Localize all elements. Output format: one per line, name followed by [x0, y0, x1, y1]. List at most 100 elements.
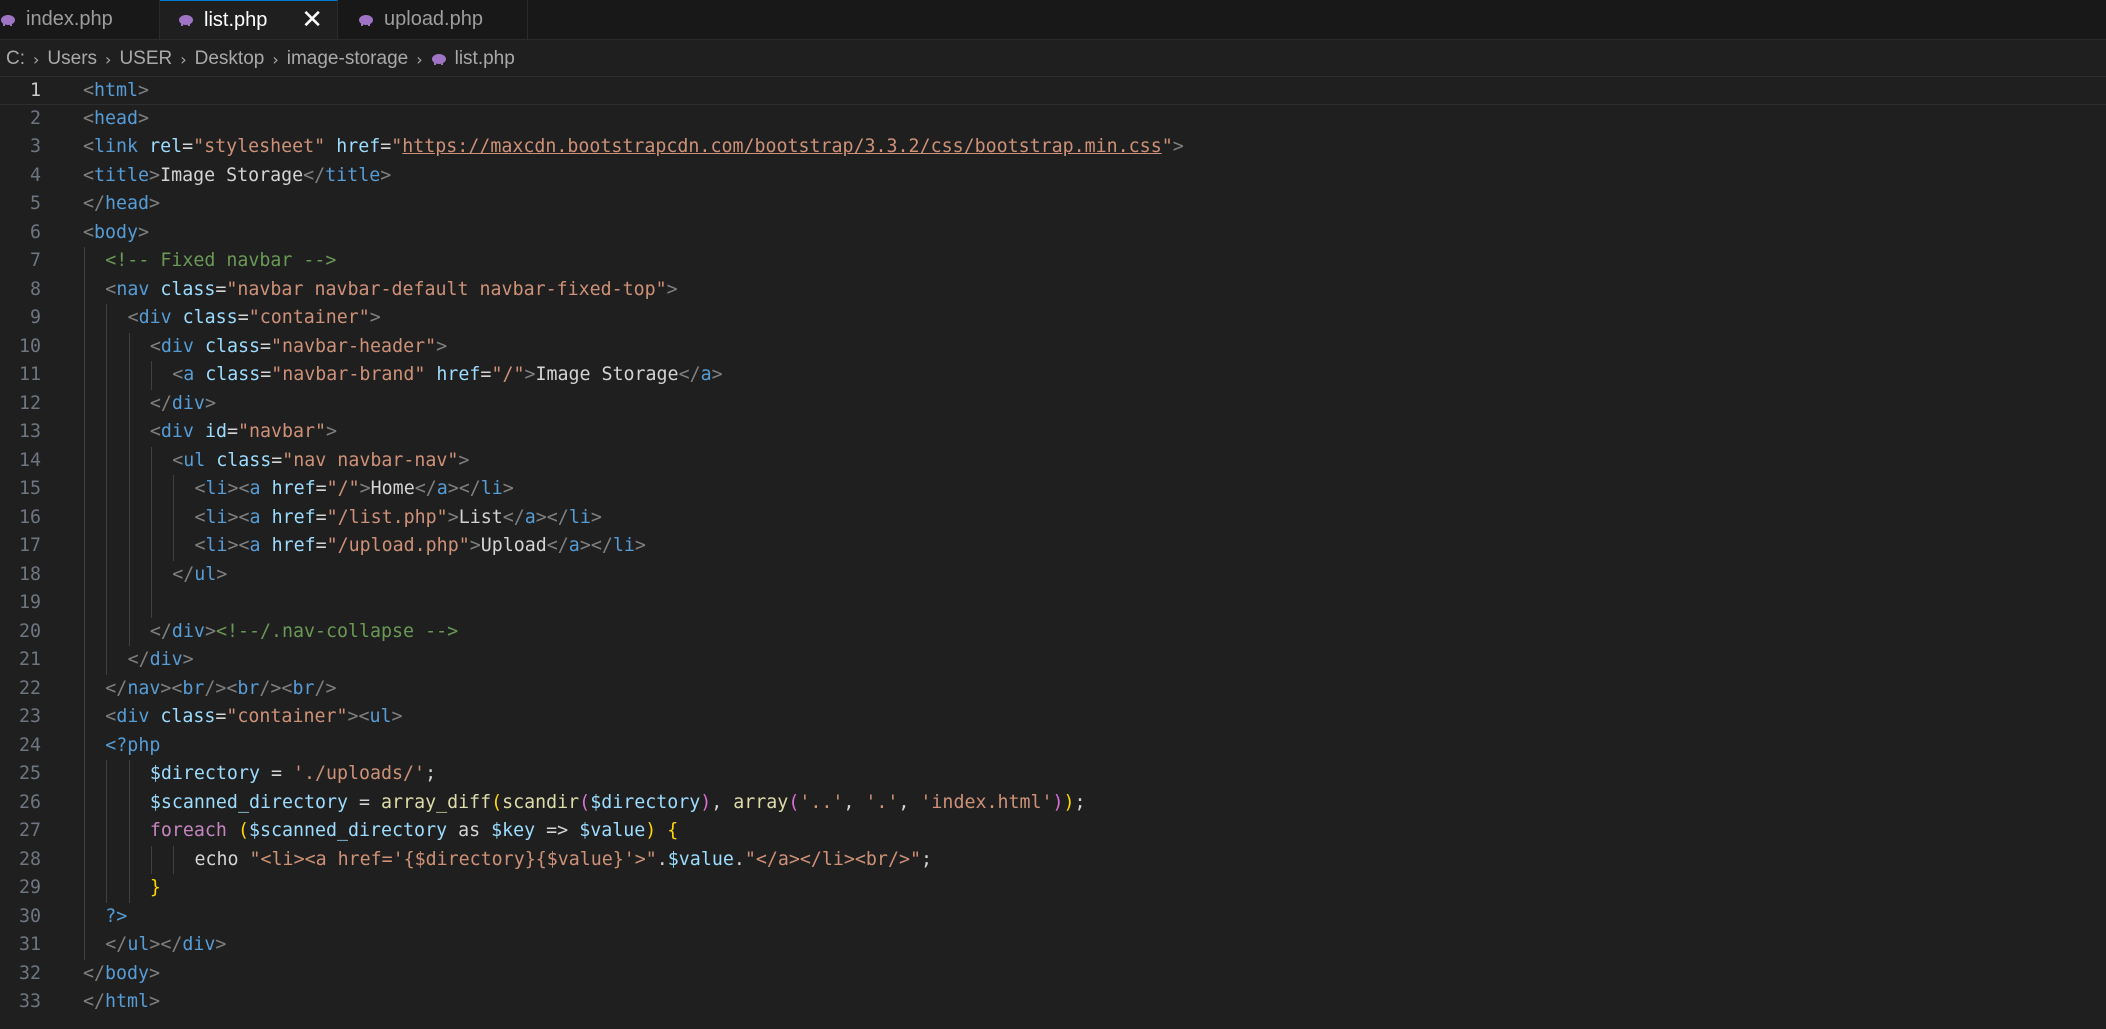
- code-line[interactable]: 5 </head>: [0, 190, 2106, 219]
- tab-label: upload.php: [384, 8, 483, 30]
- code-token: $directory: [590, 791, 701, 813]
- line-number: 24: [18, 734, 41, 756]
- code-line[interactable]: 21 </div>: [0, 646, 2106, 675]
- code-line[interactable]: 30 ?>: [0, 902, 2106, 931]
- code-line[interactable]: 33 </html>: [0, 988, 2106, 1017]
- code-token: array: [733, 791, 789, 813]
- code-text: <ul class="nav navbar-nav">: [172, 447, 469, 476]
- code-token: ul: [369, 706, 392, 727]
- code-line[interactable]: 17 <li><a href="/upload.php">Upload</a></…: [0, 532, 2106, 561]
- indent-guide: [106, 475, 108, 504]
- code-line[interactable]: 16 <li><a href="/list.php">List</a></li>: [0, 503, 2106, 532]
- code-token: div: [171, 620, 205, 642]
- indent-guide: [128, 589, 130, 618]
- code-line[interactable]: 8 <nav class="navbar navbar-default navba…: [0, 275, 2106, 304]
- code-text: <link rel="stylesheet" href="https://max…: [83, 133, 1184, 162]
- code-line[interactable]: 29}: [0, 874, 2106, 903]
- code-line[interactable]: 7 <!-- Fixed navbar -->: [0, 247, 2106, 276]
- breadcrumb-item-user[interactable]: USER: [119, 48, 172, 70]
- code-token: >: [149, 193, 161, 214]
- code-line[interactable]: 23 <div class="container"><ul>: [0, 703, 2106, 732]
- indent-guide: [84, 247, 85, 276]
- code-line[interactable]: 20 </div><!--/.nav-collapse -->: [0, 617, 2106, 646]
- code-token: class: [160, 706, 216, 727]
- indent-guide: [128, 845, 130, 874]
- code-line[interactable]: 24 <?php: [0, 731, 2106, 761]
- code-token: >: [458, 449, 470, 471]
- code-line[interactable]: 32 </body>: [0, 960, 2106, 989]
- code-line[interactable]: 31 </ul></div>: [0, 931, 2106, 960]
- tab-list-php[interactable]: list.php ✕: [160, 0, 338, 39]
- code-line[interactable]: 6 <body>: [0, 219, 2106, 248]
- code-line[interactable]: 18 </ul>: [0, 560, 2106, 589]
- code-token: echo: [194, 848, 250, 870]
- code-token: List: [458, 506, 503, 528]
- line-number: 5: [29, 193, 41, 214]
- code-line[interactable]: 13 <div id="navbar">: [0, 418, 2106, 447]
- code-line[interactable]: 11 <a class="navbar-brand" href="/">Image…: [0, 361, 2106, 390]
- code-token: >: [380, 164, 392, 186]
- code-token: "container": [226, 706, 348, 727]
- line-number: 23: [18, 706, 41, 727]
- line-number: 3: [29, 136, 41, 157]
- indent-guide: [128, 788, 130, 817]
- breadcrumb-item-users[interactable]: Users: [47, 48, 97, 70]
- code-token: <: [83, 136, 95, 157]
- code-line[interactable]: 10 <div class="navbar-header">: [0, 332, 2106, 361]
- breadcrumb-item-desktop[interactable]: Desktop: [195, 48, 265, 70]
- tab-index-php[interactable]: index.php: [0, 0, 160, 39]
- code-token: </: [83, 962, 106, 984]
- indent-guide: [106, 389, 108, 418]
- line-number: 6: [29, 221, 41, 243]
- code-line[interactable]: 15 <li><a href="/">Home</a></li>: [0, 475, 2106, 504]
- code-line[interactable]: 1 <html>: [0, 76, 2106, 105]
- code-line[interactable]: 4 <title>Image Storage</title>: [0, 162, 2106, 191]
- breadcrumb-item-folder[interactable]: image-storage: [287, 48, 408, 70]
- code-token: </: [83, 991, 106, 1012]
- code-line[interactable]: 27 foreach ($scanned_directory as $key =>…: [0, 817, 2106, 846]
- code-token: </: [105, 677, 128, 699]
- code-token: a: [568, 535, 580, 556]
- indent-guide: [84, 617, 85, 646]
- code-line[interactable]: 12 </div>: [0, 389, 2106, 418]
- indent-guide: [150, 361, 152, 390]
- code-token: (: [237, 820, 249, 841]
- indent-guide: [150, 560, 152, 589]
- code-token: ): [1052, 791, 1064, 813]
- code-line[interactable]: 2 <head>: [0, 105, 2106, 134]
- code-line[interactable]: 22 </nav><br/><br/><br/>: [0, 674, 2106, 703]
- code-token: https://maxcdn.bootstrapcdn.com/bootstra…: [402, 136, 1162, 157]
- code-token: $value: [667, 848, 734, 870]
- code-token: =: [380, 136, 392, 157]
- code-line[interactable]: 26 $scanned_directory = array_diff(scandi…: [0, 788, 2106, 817]
- code-line[interactable]: 9 <div class="container">: [0, 304, 2106, 333]
- code-token: ul: [183, 449, 206, 471]
- code-line[interactable]: 28 echo "<li><a href='{$directory}{$value…: [0, 845, 2106, 874]
- indent-guide: [128, 389, 130, 418]
- breadcrumb-item-drive[interactable]: C:: [6, 48, 25, 70]
- php-elephant-icon: [431, 54, 446, 65]
- code-text: <?php: [105, 732, 160, 761]
- code-token: ><: [227, 478, 250, 499]
- code-editor[interactable]: 1 <html> 2 <head> 3 <link rel="stylesheet" hr…: [0, 76, 2106, 1029]
- line-number: 31: [18, 934, 41, 955]
- code-token: ><: [347, 706, 370, 727]
- indent-guide: [106, 874, 108, 903]
- breadcrumb-item-file[interactable]: list.php: [455, 48, 515, 70]
- indent-guide: [106, 589, 108, 618]
- code-line[interactable]: 25 $directory = './uploads/';: [0, 760, 2106, 789]
- code-token: </: [172, 563, 195, 585]
- code-line[interactable]: 14 <ul class="nav navbar-nav">: [0, 446, 2106, 476]
- indent-guide: [84, 389, 85, 418]
- code-line[interactable]: 3 <link rel="stylesheet" href="https://ma…: [0, 133, 2106, 162]
- code-token: =: [259, 763, 293, 784]
- close-icon[interactable]: ✕: [301, 7, 323, 33]
- code-token: ><: [227, 535, 250, 556]
- tab-upload-php[interactable]: upload.php: [338, 0, 528, 39]
- code-line[interactable]: 19: [0, 589, 2106, 618]
